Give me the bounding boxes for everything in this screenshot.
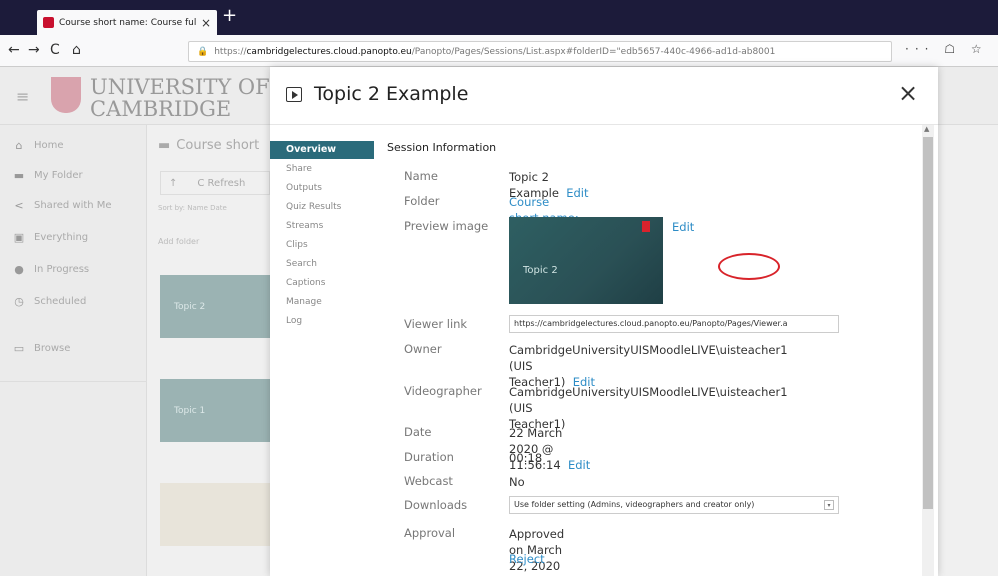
modal-title: Topic 2 Example xyxy=(314,83,469,105)
tab-outputs[interactable]: Outputs xyxy=(286,183,322,193)
session-thumbnail[interactable]: Topic 2 xyxy=(160,275,272,338)
lock-icon: 🔒 xyxy=(197,46,209,57)
tab-search[interactable]: Search xyxy=(286,259,317,269)
edit-preview-link[interactable]: Edit xyxy=(672,220,694,234)
sidebar-item-scheduled[interactable]: ◷ Scheduled xyxy=(12,295,86,308)
close-icon[interactable]: × xyxy=(898,81,918,105)
scroll-up-icon[interactable]: ▲ xyxy=(924,125,929,133)
back-icon[interactable]: ← xyxy=(8,41,20,59)
viewer-link-field[interactable]: https://cambridgelectures.cloud.panopto.… xyxy=(509,315,839,333)
url-path: /Panopto/Pages/Sessions/List.aspx#folder… xyxy=(411,46,776,57)
tab-title: Course short name: Course full n xyxy=(59,17,196,28)
section-title: Session Information xyxy=(387,141,497,154)
name-label: Name xyxy=(404,169,438,183)
downloads-label: Downloads xyxy=(404,498,468,512)
tab-log[interactable]: Log xyxy=(286,316,302,326)
videographer-label: Videographer xyxy=(404,384,482,398)
approval-label: Approval xyxy=(404,526,456,540)
home-icon: ⌂ xyxy=(15,139,23,152)
share-icon: < xyxy=(14,199,24,212)
browser-tab[interactable]: Course short name: Course full n × xyxy=(37,10,217,35)
university-crest-icon xyxy=(51,77,81,113)
sidebar-item-my-folder[interactable]: ▬ My Folder xyxy=(12,169,83,182)
duration-label: Duration xyxy=(404,450,454,464)
browser-action-icons[interactable]: ··· ☖ ☆ xyxy=(905,42,988,56)
sidebar-item-home[interactable]: ⌂ Home xyxy=(12,139,64,152)
tab-manage[interactable]: Manage xyxy=(286,297,322,307)
modal-header: Topic 2 Example × xyxy=(270,67,938,125)
browser-tabstrip: Course short name: Course full n × + xyxy=(0,0,998,35)
webcast-value: No xyxy=(509,475,525,489)
tab-share[interactable]: Share xyxy=(286,164,312,174)
tab-quiz-results[interactable]: Quiz Results xyxy=(286,202,341,212)
owner-value: CambridgeUniversityUISMoodleLIVE\uisteac… xyxy=(509,343,788,389)
session-play-icon xyxy=(286,87,302,102)
preview-image: Topic 2 xyxy=(509,217,663,304)
duration-value: 00:18 xyxy=(509,451,543,465)
sidebar-item-everything[interactable]: ▣ Everything xyxy=(12,231,88,244)
annotation-circle xyxy=(718,253,780,280)
sidebar-item-browse[interactable]: ▭ Browse xyxy=(12,342,71,355)
session-thumbnail[interactable] xyxy=(160,483,272,546)
in-progress-icon: ● xyxy=(14,263,24,276)
bookmark-marker-icon xyxy=(642,221,650,232)
reject-link[interactable]: Reject xyxy=(509,552,545,566)
preview-image-label: Preview image xyxy=(404,219,489,233)
tab-captions[interactable]: Captions xyxy=(286,278,325,288)
tab-close-icon[interactable]: × xyxy=(201,16,211,30)
url-bar[interactable]: 🔒 https://cambridgelectures.cloud.panopt… xyxy=(188,41,892,62)
tab-overview[interactable]: Overview xyxy=(270,141,374,159)
folder-icon: ▬ xyxy=(13,169,25,182)
session-thumbnail[interactable]: Topic 1 xyxy=(160,379,272,442)
folder-label: Folder xyxy=(404,194,440,208)
university-logo: UNIVERSITY OF CAMBRIDGE xyxy=(90,75,270,121)
reload-icon[interactable]: C xyxy=(50,41,60,59)
session-settings-modal: Topic 2 Example × Overview Share Outputs… xyxy=(270,67,938,576)
university-favicon-icon xyxy=(43,17,54,28)
date-label: Date xyxy=(404,425,432,439)
sidebar-divider xyxy=(0,381,147,382)
browser-navbar: ← → C ⌂ 🔒 https://cambridgelectures.clou… xyxy=(0,35,998,67)
folder-icon: ▬ xyxy=(158,138,171,153)
scrollbar-thumb[interactable] xyxy=(923,137,933,509)
webcast-label: Webcast xyxy=(404,474,453,488)
everything-icon: ▣ xyxy=(13,231,25,244)
forward-icon[interactable]: → xyxy=(28,41,40,59)
add-folder-button[interactable]: Add folder xyxy=(158,237,270,257)
browse-icon: ▭ xyxy=(13,342,25,355)
modal-scrollbar[interactable]: ▲ xyxy=(922,125,934,576)
refresh-button[interactable]: ↑ C Refresh xyxy=(160,171,270,195)
owner-label: Owner xyxy=(404,342,442,356)
downloads-select[interactable]: Use folder setting (Admins, videographer… xyxy=(509,496,839,514)
tab-streams[interactable]: Streams xyxy=(286,221,323,231)
folder-title: ▬ Course short xyxy=(158,138,260,153)
new-tab-button[interactable]: + xyxy=(222,6,237,26)
sidebar: ⌂ Home ▬ My Folder < Shared with Me ▣ Everyt… xyxy=(0,125,147,576)
url-host: cambridgelectures.cloud.panopto.eu xyxy=(246,46,412,57)
hamburger-icon[interactable]: ≡ xyxy=(16,87,29,106)
home-icon[interactable]: ⌂ xyxy=(72,41,81,59)
sort-by[interactable]: Sort by: Name Date xyxy=(158,204,227,212)
sidebar-item-shared[interactable]: < Shared with Me xyxy=(12,199,111,212)
chevron-down-icon: ▾ xyxy=(824,500,834,510)
sidebar-item-in-progress[interactable]: ● In Progress xyxy=(12,263,89,276)
clock-icon: ◷ xyxy=(14,295,24,308)
viewer-link-label: Viewer link xyxy=(404,317,468,331)
edit-date-link[interactable]: Edit xyxy=(568,458,590,472)
tab-clips[interactable]: Clips xyxy=(286,240,308,250)
